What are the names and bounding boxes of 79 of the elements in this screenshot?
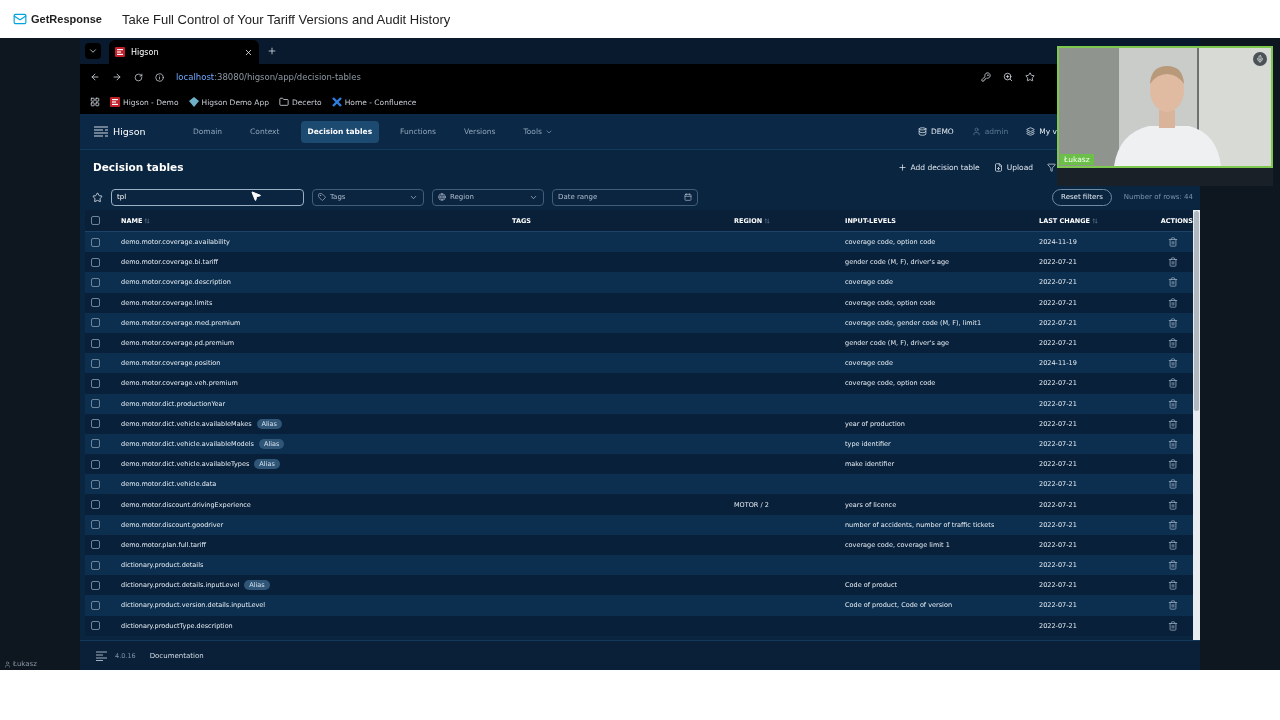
cursor-icon bbox=[250, 190, 262, 202]
app-logo-icon bbox=[110, 97, 120, 107]
apps-icon[interactable] bbox=[90, 97, 100, 107]
page-title: Decision tables bbox=[93, 161, 185, 173]
row-checkbox[interactable] bbox=[91, 399, 100, 409]
row-checkbox[interactable] bbox=[91, 338, 100, 348]
row-checkbox[interactable] bbox=[91, 419, 100, 429]
close-icon[interactable] bbox=[244, 47, 253, 57]
row-checkbox[interactable] bbox=[91, 459, 100, 469]
delete-icon[interactable] bbox=[1168, 539, 1178, 550]
getresponse-logo: GetResponse bbox=[13, 12, 102, 26]
cross-logo-icon bbox=[331, 97, 342, 107]
database-icon bbox=[917, 127, 927, 136]
new-tab-icon[interactable] bbox=[267, 46, 277, 56]
delete-icon[interactable] bbox=[1168, 257, 1178, 268]
row-checkbox[interactable] bbox=[91, 257, 100, 267]
delete-icon[interactable] bbox=[1168, 580, 1178, 591]
star-icon[interactable] bbox=[1025, 72, 1035, 82]
row-checkbox[interactable] bbox=[91, 439, 100, 449]
delete-icon[interactable] bbox=[1168, 560, 1178, 571]
delete-icon[interactable] bbox=[1168, 317, 1178, 328]
delete-icon[interactable] bbox=[1168, 600, 1178, 611]
sort-icon[interactable] bbox=[1092, 217, 1098, 224]
delete-icon[interactable] bbox=[1168, 459, 1178, 470]
app-logo-icon bbox=[115, 47, 125, 57]
delete-icon[interactable] bbox=[1168, 378, 1178, 389]
row-checkbox[interactable] bbox=[91, 237, 100, 247]
address-field[interactable]: localhost:38080/higson/app/decision-tables bbox=[176, 72, 361, 82]
delete-icon[interactable] bbox=[1168, 237, 1178, 248]
row-checkbox[interactable] bbox=[91, 540, 100, 550]
globe-icon bbox=[438, 193, 446, 201]
row-checkbox[interactable] bbox=[91, 358, 100, 368]
info-icon[interactable] bbox=[155, 72, 164, 82]
zoom-icon[interactable] bbox=[1003, 72, 1013, 82]
row-checkbox[interactable] bbox=[91, 500, 100, 510]
delete-icon[interactable] bbox=[1168, 438, 1178, 449]
delete-icon[interactable] bbox=[1168, 297, 1178, 308]
sort-icon[interactable] bbox=[144, 217, 151, 224]
tag-icon bbox=[318, 193, 326, 201]
folder-icon bbox=[278, 97, 289, 107]
layers-icon bbox=[1026, 127, 1036, 136]
row-checkbox[interactable] bbox=[91, 318, 100, 328]
plus-icon bbox=[897, 162, 907, 172]
delete-icon[interactable] bbox=[1168, 418, 1178, 429]
row-checkbox[interactable] bbox=[91, 600, 100, 610]
row-checkbox[interactable] bbox=[91, 298, 100, 308]
row-checkbox[interactable] bbox=[91, 277, 100, 287]
calendar-icon bbox=[684, 193, 692, 201]
sort-icon[interactable] bbox=[764, 217, 771, 224]
delete-icon[interactable] bbox=[1168, 277, 1178, 288]
delete-icon[interactable] bbox=[1168, 499, 1178, 510]
back-icon[interactable] bbox=[90, 72, 100, 82]
browser-tab[interactable]: Higson bbox=[109, 40, 259, 64]
row-checkbox[interactable] bbox=[91, 378, 100, 388]
delete-icon[interactable] bbox=[1168, 398, 1178, 409]
filter-icon[interactable] bbox=[1047, 162, 1056, 172]
select-all-checkbox[interactable] bbox=[91, 216, 100, 225]
higson-logo-icon bbox=[96, 650, 107, 661]
file-upload-icon bbox=[993, 162, 1003, 172]
higson-logo[interactable]: Higson bbox=[94, 126, 186, 137]
row-checkbox[interactable] bbox=[91, 560, 100, 570]
delete-icon[interactable] bbox=[1168, 338, 1178, 349]
delete-icon[interactable] bbox=[1168, 519, 1178, 530]
row-checkbox[interactable] bbox=[91, 580, 100, 590]
user-icon bbox=[971, 127, 981, 136]
forward-icon[interactable] bbox=[112, 72, 122, 82]
webinar-title: Take Full Control of Your Tariff Versions and Audit History bbox=[121, 11, 451, 27]
row-checkbox[interactable] bbox=[91, 520, 100, 530]
favorite-star-icon[interactable] bbox=[92, 191, 103, 203]
delete-icon[interactable] bbox=[1168, 620, 1178, 631]
delete-icon[interactable] bbox=[1168, 358, 1178, 369]
row-checkbox[interactable] bbox=[91, 621, 100, 631]
scrollbar[interactable] bbox=[1193, 210, 1200, 640]
gem-icon bbox=[188, 97, 199, 107]
user-icon bbox=[4, 660, 11, 668]
reload-icon[interactable] bbox=[134, 72, 143, 82]
key-icon[interactable] bbox=[981, 72, 991, 82]
delete-icon[interactable] bbox=[1168, 479, 1178, 490]
row-checkbox[interactable] bbox=[91, 479, 100, 489]
